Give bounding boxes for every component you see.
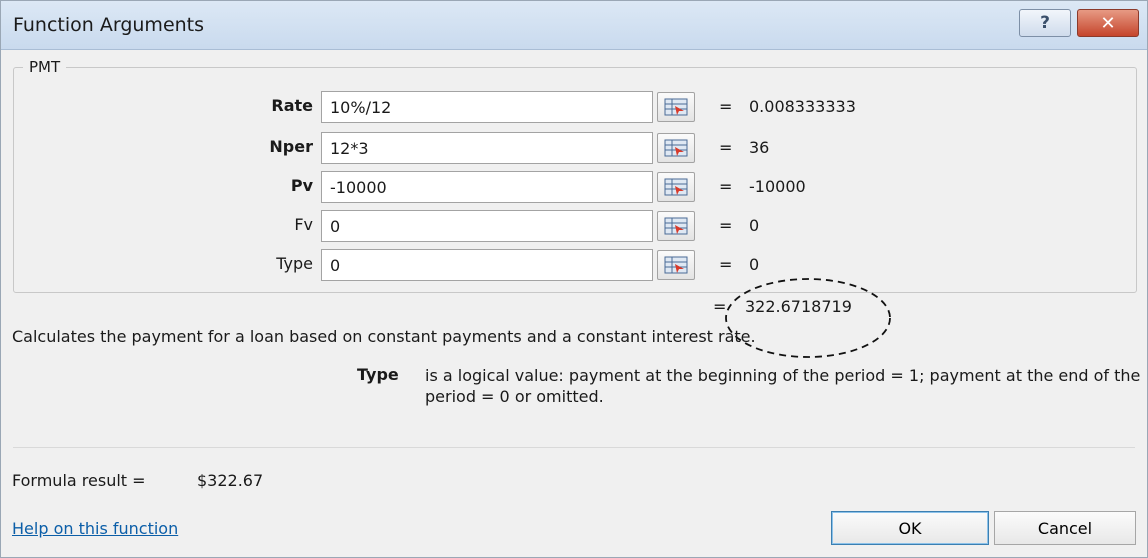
rate-label: Rate (271, 96, 313, 115)
type-collapse-button[interactable] (657, 250, 695, 280)
help-button[interactable]: ? (1019, 9, 1071, 37)
nper-label: Nper (269, 137, 313, 156)
pv-input[interactable] (321, 171, 653, 203)
range-select-icon (664, 217, 688, 235)
dashed-ellipse-annotation (725, 278, 891, 358)
type-result: 0 (749, 255, 760, 274)
rate-result: 0.008333333 (749, 97, 856, 116)
function-name-label: PMT (23, 58, 67, 76)
nper-result: 36 (749, 138, 770, 157)
param-help-name: Type (357, 365, 399, 384)
fv-collapse-button[interactable] (657, 211, 695, 241)
fv-equals: = (719, 216, 733, 235)
title-bar: Function Arguments ? ✕ (1, 1, 1147, 50)
rate-equals: = (719, 97, 733, 116)
pv-label: Pv (290, 176, 313, 195)
dialog-title: Function Arguments (13, 14, 205, 36)
type-input[interactable] (321, 249, 653, 281)
question-mark-icon: ? (1040, 13, 1050, 33)
divider (13, 447, 1135, 448)
rate-collapse-button[interactable] (657, 92, 695, 122)
type-equals: = (719, 255, 733, 274)
range-select-icon (664, 139, 688, 157)
nper-collapse-button[interactable] (657, 133, 695, 163)
range-select-icon (664, 178, 688, 196)
fv-result: 0 (749, 216, 760, 235)
rate-input[interactable] (321, 91, 653, 123)
pv-collapse-button[interactable] (657, 172, 695, 202)
nper-input[interactable] (321, 132, 653, 164)
cancel-button[interactable]: Cancel (994, 511, 1136, 545)
pv-equals: = (719, 177, 733, 196)
range-select-icon (664, 256, 688, 274)
param-help-text: is a logical value: payment at the begin… (425, 366, 1141, 406)
formula-result-value: $322.67 (197, 471, 264, 490)
formula-result-label: Formula result = (12, 471, 146, 490)
function-description: Calculates the payment for a loan based … (12, 327, 756, 346)
help-on-function-link[interactable]: Help on this function (12, 519, 178, 538)
nper-equals: = (719, 138, 733, 157)
fv-input[interactable] (321, 210, 653, 242)
pv-result: -10000 (749, 177, 806, 196)
function-arguments-dialog: Function Arguments ? ✕ PMT Rate = 0.0083… (0, 0, 1148, 558)
close-button[interactable]: ✕ (1077, 9, 1139, 37)
fv-label: Fv (294, 215, 313, 234)
ok-button[interactable]: OK (831, 511, 989, 545)
close-icon: ✕ (1100, 12, 1116, 34)
type-label: Type (276, 254, 313, 273)
range-select-icon (664, 98, 688, 116)
